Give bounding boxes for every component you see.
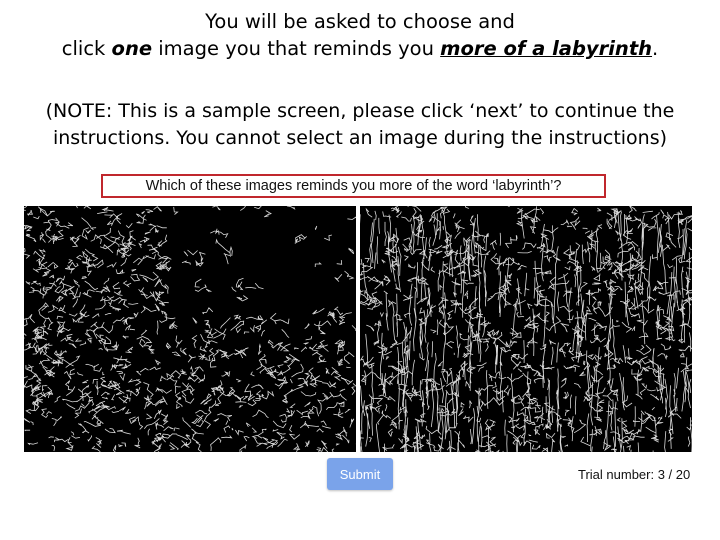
note-line-2: instructions. You cannot select an image… [52,127,668,149]
emphasis-labyrinth: more of a labyrinth [440,37,653,60]
instruction-text: image you that reminds you [152,37,441,60]
instruction-text: . [652,37,659,60]
question-prompt: Which of these images reminds you more o… [101,174,606,198]
image-option-left[interactable] [24,206,356,452]
image-option-right[interactable] [360,206,692,452]
edge-image-left [24,206,356,452]
emphasis-one: one [111,37,153,60]
instruction-line-2: click one image you that reminds you mor… [0,35,720,62]
note-line-1: (NOTE: This is a sample screen, please c… [45,100,675,122]
instruction-note: (NOTE: This is a sample screen, please c… [0,98,720,152]
instruction-text: click [61,37,112,60]
instruction-heading: You will be asked to choose and click on… [0,8,720,62]
edge-image-right [360,206,692,452]
trial-counter: Trial number: 3 / 20 [578,467,691,482]
submit-button[interactable]: Submit [327,458,393,490]
instruction-line-1: You will be asked to choose and [205,10,515,33]
